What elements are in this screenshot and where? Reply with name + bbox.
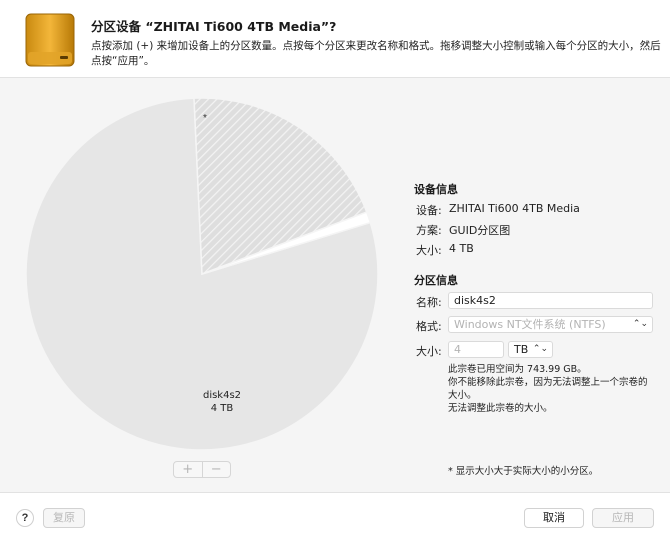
partition-pie-chart[interactable]: * disk4s2 4 TB — [24, 96, 380, 452]
dialog-title: 分区设备 “ZHITAI Ti600 4TB Media”? — [91, 19, 337, 34]
format-value: Windows NT文件系统 (NTFS) — [454, 318, 606, 331]
used-space-note: 此宗卷已用空间为 743.99 GB。 — [448, 364, 587, 375]
cannot-resize-note: 无法调整此宗卷的大小。 — [448, 403, 553, 414]
size-unit-value: TB — [514, 343, 529, 356]
updown-chevron-icon: ⌃⌄ — [632, 319, 648, 329]
dialog-description: 点按添加 (+) 来增加设备上的分区数量。点按每个分区来更改名称和格式。拖移调整… — [91, 40, 661, 67]
partition-editor: * disk4s2 4 TB + − 设备信息 设备: ZHITAI Ti600… — [0, 78, 670, 493]
scheme-label: 方案: — [416, 224, 442, 237]
apply-button[interactable]: 应用 — [592, 508, 654, 528]
partition-name-field[interactable]: disk4s2 — [448, 292, 653, 309]
cancel-button[interactable]: 取消 — [524, 508, 584, 528]
partition-info-title: 分区信息 — [414, 274, 458, 287]
updown-chevron-icon: ⌃⌄ — [532, 344, 548, 354]
add-remove-control: + − — [173, 461, 231, 478]
dialog-footer: ? 复原 取消 应用 — [0, 493, 670, 542]
partition-name-label: disk4s2 — [202, 390, 242, 401]
add-partition-button[interactable]: + — [174, 462, 202, 477]
partition-notes: 此宗卷已用空间为 743.99 GB。 你不能移除此宗卷，因为无法调整上一个宗卷… — [448, 363, 653, 415]
scheme-value: GUID分区图 — [449, 224, 511, 237]
cannot-remove-note: 你不能移除此宗卷，因为无法调整上一个宗卷的大小。 — [448, 377, 648, 401]
device-info-title: 设备信息 — [414, 183, 458, 196]
remove-partition-button[interactable]: − — [201, 462, 231, 477]
partition-size-label: 4 TB — [210, 403, 234, 414]
partition-size-label-row: 大小: — [416, 345, 442, 358]
format-select[interactable]: Windows NT文件系统 (NTFS) ⌃⌄ — [448, 316, 653, 333]
size-unit-select[interactable]: TB ⌃⌄ — [508, 341, 553, 358]
external-drive-icon — [22, 12, 78, 70]
size-value: 4 TB — [449, 242, 474, 255]
revert-button[interactable]: 复原 — [43, 508, 85, 528]
dialog-header: 分区设备 “ZHITAI Ti600 4TB Media”? 点按添加 (+) … — [0, 0, 670, 78]
partition-size-field[interactable]: 4 — [448, 341, 504, 358]
help-button[interactable]: ? — [16, 509, 34, 527]
small-partition-star: * — [203, 113, 207, 124]
device-value: ZHITAI Ti600 4TB Media — [449, 202, 580, 215]
name-label: 名称: — [416, 296, 442, 309]
format-label: 格式: — [416, 320, 442, 333]
small-partition-footnote: * 显示大小大于实际大小的小分区。 — [448, 466, 599, 477]
size-label: 大小: — [416, 244, 442, 257]
device-label: 设备: — [416, 204, 442, 217]
